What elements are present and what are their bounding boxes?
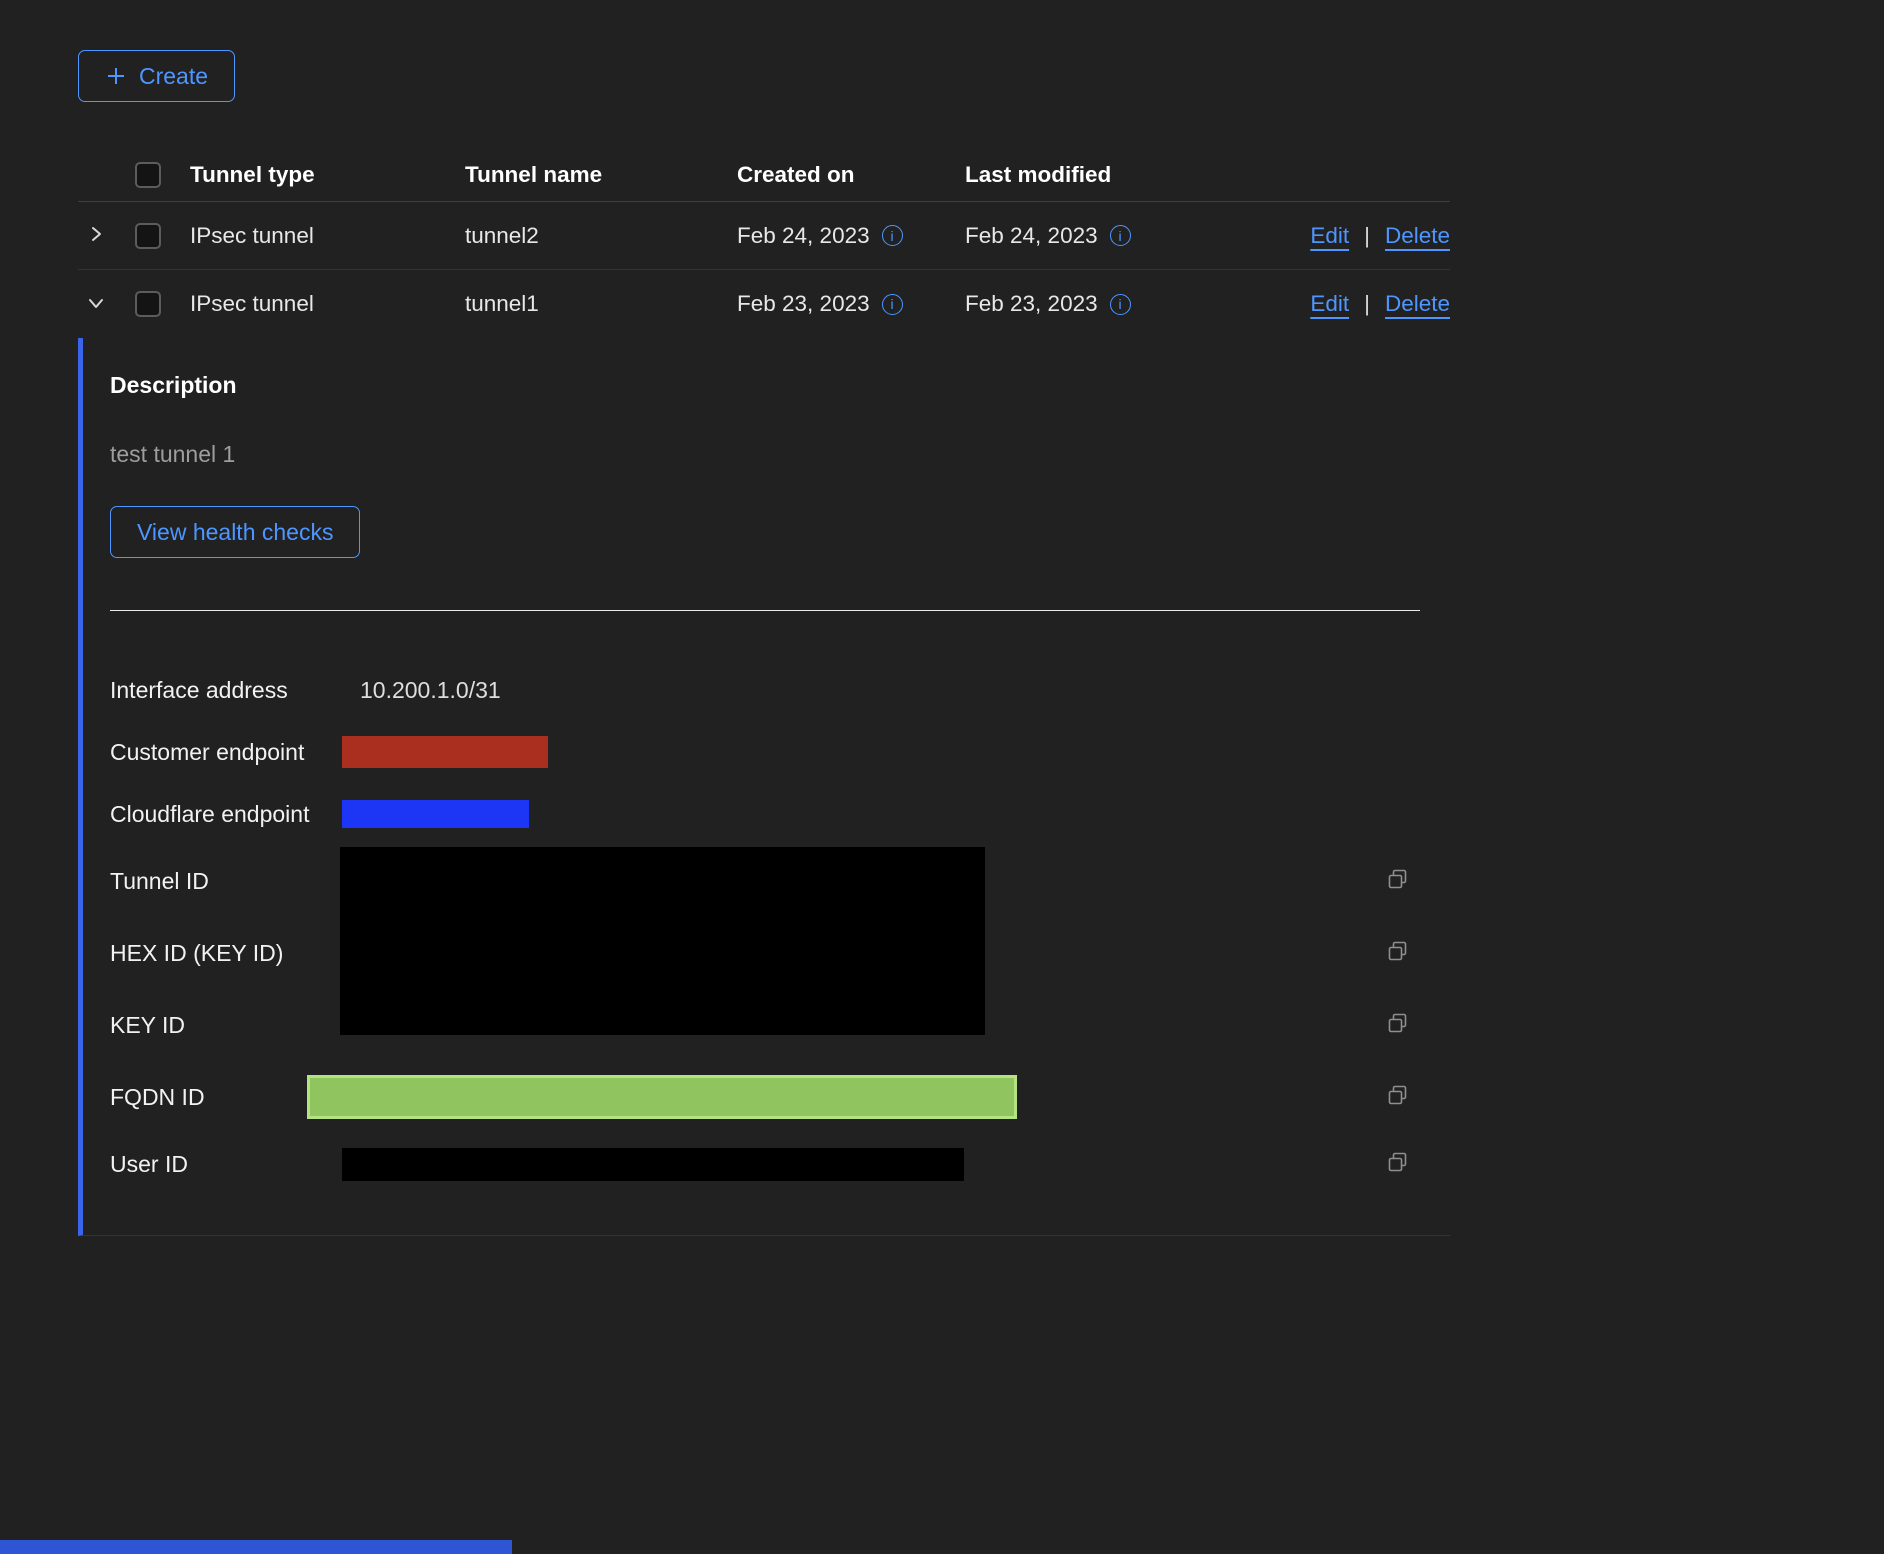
row-checkbox[interactable] xyxy=(135,291,161,317)
cloudflare-endpoint-redacted-value xyxy=(342,800,529,828)
created-on-cell: Feb 23, 2023 xyxy=(737,291,965,317)
last-modified-cell: Feb 23, 2023 xyxy=(965,291,1255,317)
actions-separator: | xyxy=(1364,223,1370,249)
copy-icon xyxy=(1385,1083,1411,1112)
last-modified-value: Feb 24, 2023 xyxy=(965,223,1098,249)
fqdn-id-redacted-value xyxy=(307,1075,1017,1119)
hex-id-label: HEX ID (KEY ID) xyxy=(110,940,342,967)
bottom-scroll-indicator xyxy=(0,1540,512,1554)
copy-fqdn-id-button[interactable] xyxy=(1385,1083,1411,1112)
info-icon[interactable] xyxy=(1110,225,1131,246)
chevron-right-icon xyxy=(86,224,106,247)
row-actions: Edit | Delete xyxy=(1310,291,1450,317)
copy-icon xyxy=(1385,1011,1411,1040)
header-tunnel-name: Tunnel name xyxy=(465,162,737,188)
user-id-label: User ID xyxy=(110,1151,342,1178)
detail-divider xyxy=(110,610,1420,611)
tunnels-table: Tunnel type Tunnel name Created on Last … xyxy=(78,148,1450,1236)
created-on-cell: Feb 24, 2023 xyxy=(737,223,965,249)
tunnel-type-cell: IPsec tunnel xyxy=(190,223,465,249)
header-tunnel-type: Tunnel type xyxy=(190,162,465,188)
created-on-value: Feb 23, 2023 xyxy=(737,291,870,317)
edit-link[interactable]: Edit xyxy=(1310,291,1349,317)
copy-icon xyxy=(1385,1150,1411,1179)
copy-user-id-button[interactable] xyxy=(1385,1150,1411,1179)
interface-address-value: 10.200.1.0/31 xyxy=(342,677,1376,704)
select-all-checkbox[interactable] xyxy=(135,162,161,188)
header-last-modified: Last modified xyxy=(965,162,1255,188)
row-checkbox[interactable] xyxy=(135,223,161,249)
customer-endpoint-label: Customer endpoint xyxy=(110,739,342,766)
create-button[interactable]: Create xyxy=(78,50,235,102)
customer-endpoint-redacted-value xyxy=(342,736,548,768)
copy-icon xyxy=(1385,939,1411,968)
interface-address-label: Interface address xyxy=(110,677,342,704)
tunnels-page: Create Tunnel type Tunnel name Created o… xyxy=(0,0,1884,1554)
table-header-row: Tunnel type Tunnel name Created on Last … xyxy=(78,148,1450,202)
tunnel-name-cell: tunnel2 xyxy=(465,223,737,249)
detail-fields: Interface address 10.200.1.0/31 Customer… xyxy=(110,659,1420,1195)
create-button-label: Create xyxy=(139,63,208,90)
plus-icon xyxy=(105,65,127,87)
cloudflare-endpoint-label: Cloudflare endpoint xyxy=(110,801,342,828)
tunnel-detail-panel: Description test tunnel 1 View health ch… xyxy=(78,338,1450,1236)
last-modified-value: Feb 23, 2023 xyxy=(965,291,1098,317)
copy-tunnel-id-button[interactable] xyxy=(1385,867,1411,896)
user-id-redacted-value xyxy=(342,1148,964,1181)
delete-link[interactable]: Delete xyxy=(1385,223,1450,249)
tunnel-type-cell: IPsec tunnel xyxy=(190,291,465,317)
edit-link[interactable]: Edit xyxy=(1310,223,1349,249)
delete-link[interactable]: Delete xyxy=(1385,291,1450,317)
collapse-row-button[interactable] xyxy=(78,293,135,316)
row-actions: Edit | Delete xyxy=(1310,223,1450,249)
description-label: Description xyxy=(110,372,1450,399)
info-icon[interactable] xyxy=(1110,294,1131,315)
info-icon[interactable] xyxy=(882,225,903,246)
tunnel-id-redacted-value xyxy=(340,847,985,1035)
copy-key-id-button[interactable] xyxy=(1385,1011,1411,1040)
expand-row-button[interactable] xyxy=(78,224,135,247)
created-on-value: Feb 24, 2023 xyxy=(737,223,870,249)
tunnel-name-cell: tunnel1 xyxy=(465,291,737,317)
actions-separator: | xyxy=(1364,291,1370,317)
copy-icon xyxy=(1385,867,1411,896)
view-health-checks-button[interactable]: View health checks xyxy=(110,506,360,558)
key-id-label: KEY ID xyxy=(110,1012,342,1039)
copy-hex-id-button[interactable] xyxy=(1385,939,1411,968)
chevron-down-icon xyxy=(86,293,106,316)
description-value: test tunnel 1 xyxy=(110,441,1450,468)
info-icon[interactable] xyxy=(882,294,903,315)
header-created-on: Created on xyxy=(737,162,965,188)
table-row: IPsec tunnel tunnel2 Feb 24, 2023 Feb 24… xyxy=(78,202,1450,270)
tunnel-id-label: Tunnel ID xyxy=(110,868,342,895)
last-modified-cell: Feb 24, 2023 xyxy=(965,223,1255,249)
table-row: IPsec tunnel tunnel1 Feb 23, 2023 Feb 23… xyxy=(78,270,1450,338)
view-health-checks-label: View health checks xyxy=(137,519,333,546)
